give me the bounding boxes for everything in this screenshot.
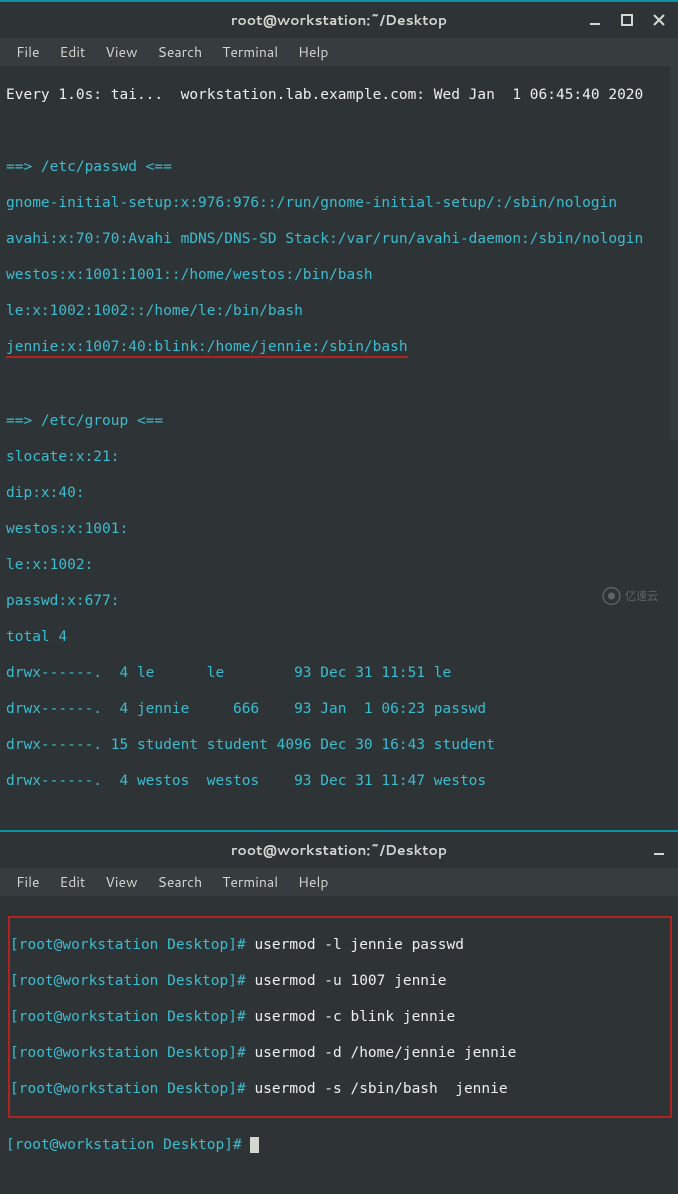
highlight-box: [root@workstation Desktop]# usermod -l j… xyxy=(8,916,672,1118)
ls-line: drwx------. 4 le le 93 Dec 31 11:51 le xyxy=(6,664,672,682)
menu-help[interactable]: Help xyxy=(290,868,336,896)
passwd-line: avahi:x:70:70:Avahi mDNS/DNS-SD Stack:/v… xyxy=(6,230,672,248)
passwd-line: le:x:1002:1002::/home/le:/bin/bash xyxy=(6,302,672,320)
window-controls-1 xyxy=(580,2,674,38)
menu-edit[interactable]: Edit xyxy=(52,868,94,896)
group-line: westos:x:1001: xyxy=(6,520,672,538)
menu-view[interactable]: View xyxy=(97,38,145,66)
minimize-button[interactable] xyxy=(644,835,674,865)
group-header: ==> /etc/group <== xyxy=(6,412,672,430)
group-line: dip:x:40: xyxy=(6,484,672,502)
prompt-line: [root@workstation Desktop]# usermod -u 1… xyxy=(10,972,670,990)
watermark-logo: 亿速云 xyxy=(600,582,672,610)
menu-file[interactable]: File xyxy=(8,868,48,896)
blank-line xyxy=(6,376,672,394)
menubar-1: File Edit View Search Terminal Help xyxy=(0,38,678,66)
terminal-window-1: root@workstation:~/Desktop File Edit Vie… xyxy=(0,0,678,830)
passwd-line: westos:x:1001:1001::/home/westos:/bin/ba… xyxy=(6,266,672,284)
group-line: passwd:x:677: xyxy=(6,592,672,610)
watch-header: Every 1.0s: tai... workstation.lab.examp… xyxy=(6,86,672,104)
prompt-line: [root@workstation Desktop]# usermod -s /… xyxy=(10,1080,670,1098)
menubar-2: File Edit View Search Terminal Help xyxy=(0,868,678,896)
menu-search[interactable]: Search xyxy=(150,868,211,896)
ls-total: total 4 xyxy=(6,628,672,646)
group-line: slocate:x:21: xyxy=(6,448,672,466)
menu-view[interactable]: View xyxy=(97,868,145,896)
window-controls-2 xyxy=(644,832,674,868)
group-line: le:x:1002: xyxy=(6,556,672,574)
terminal-output-2[interactable]: [root@workstation Desktop]# usermod -l j… xyxy=(0,896,678,1194)
passwd-line-highlighted: jennie:x:1007:40:blink:/home/jennie:/sbi… xyxy=(6,338,672,358)
terminal-window-2: root@workstation:~/Desktop File Edit Vie… xyxy=(0,830,678,1194)
blank-line xyxy=(6,122,672,140)
ls-line: drwx------. 15 student student 4096 Dec … xyxy=(6,736,672,754)
prompt-line: [root@workstation Desktop]# usermod -l j… xyxy=(10,936,670,954)
menu-search[interactable]: Search xyxy=(150,38,211,66)
svg-text:亿速云: 亿速云 xyxy=(625,590,659,603)
ls-line: drwx------. 4 jennie 666 93 Jan 1 06:23 … xyxy=(6,700,672,718)
ls-line: drwx------. 4 westos westos 93 Dec 31 11… xyxy=(6,772,672,790)
menu-file[interactable]: File xyxy=(8,38,48,66)
menu-edit[interactable]: Edit xyxy=(52,38,94,66)
titlebar-1: root@workstation:~/Desktop xyxy=(0,2,678,38)
menu-terminal[interactable]: Terminal xyxy=(214,38,286,66)
passwd-header: ==> /etc/passwd <== xyxy=(6,158,672,176)
menu-help[interactable]: Help xyxy=(290,38,336,66)
minimize-button[interactable] xyxy=(580,5,610,35)
menu-terminal[interactable]: Terminal xyxy=(214,868,286,896)
titlebar-2: root@workstation:~/Desktop xyxy=(0,832,678,868)
window-title-2: root@workstation:~/Desktop xyxy=(231,840,447,860)
maximize-button[interactable] xyxy=(612,5,642,35)
close-button[interactable] xyxy=(644,5,674,35)
scrollbar[interactable] xyxy=(670,66,678,440)
cursor-icon xyxy=(250,1137,259,1153)
prompt-line: [root@workstation Desktop]# usermod -d /… xyxy=(10,1044,670,1062)
terminal-output-1[interactable]: Every 1.0s: tai... workstation.lab.examp… xyxy=(0,66,678,830)
window-title-1: root@workstation:~/Desktop xyxy=(231,10,447,30)
prompt-line: [root@workstation Desktop]# usermod -c b… xyxy=(10,1008,670,1026)
passwd-line: gnome-initial-setup:x:976:976::/run/gnom… xyxy=(6,194,672,212)
prompt-line-active: [root@workstation Desktop]# xyxy=(6,1136,672,1154)
